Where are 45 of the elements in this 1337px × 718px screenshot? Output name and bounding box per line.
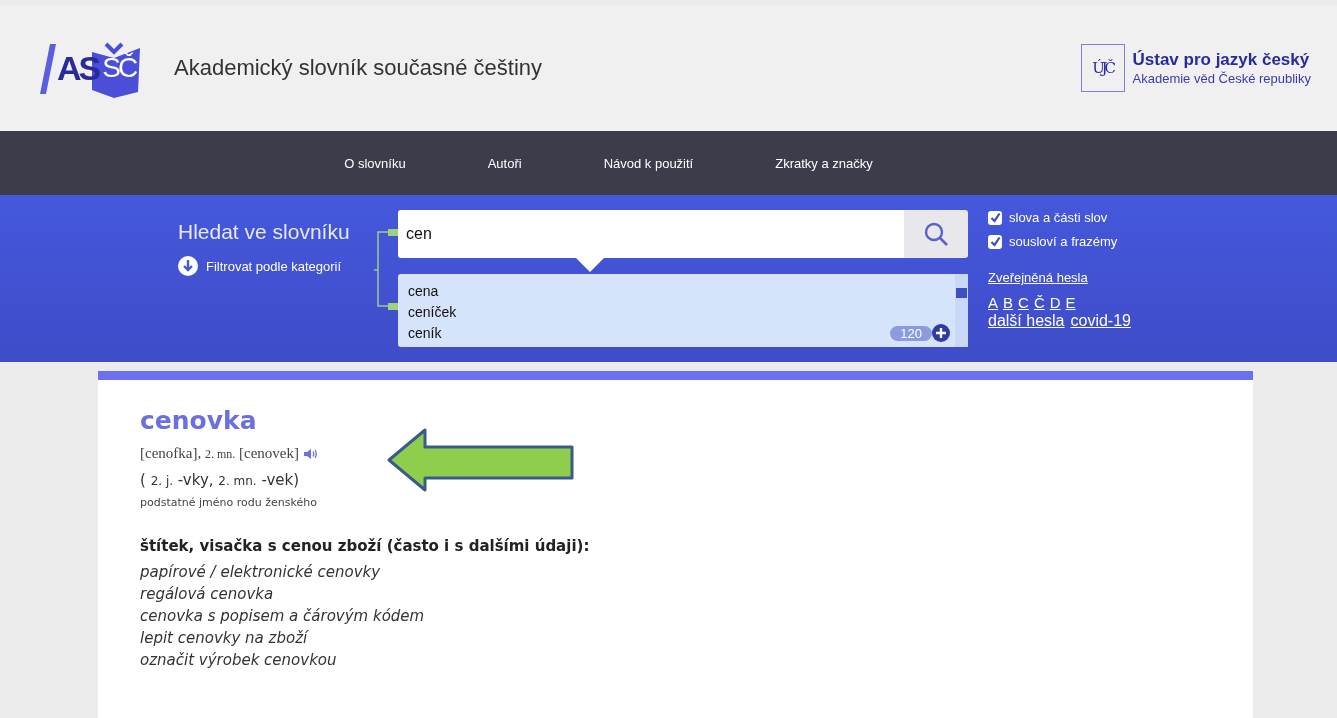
suggestion-item[interactable]: cena xyxy=(408,281,439,302)
result-count: 120 xyxy=(890,326,932,341)
letter-link[interactable]: E xyxy=(1065,294,1076,311)
letter-link[interactable]: Č xyxy=(1033,294,1045,311)
letter-link[interactable]: D xyxy=(1049,294,1061,311)
pronunciation-text: [cenofka], 2. mn. [cenovek] xyxy=(140,445,300,462)
suggestion-item[interactable]: ceníček xyxy=(408,302,457,323)
link[interactable]: další hesla xyxy=(988,312,1065,330)
nav-link[interactable]: Návod k použití xyxy=(603,155,694,171)
published-link[interactable]: Zveřejněná hesla xyxy=(988,270,1088,285)
institute-subtitle: Akademie věd České republiky xyxy=(1132,71,1311,86)
institute-name: Ústav pro jazyk český xyxy=(1132,50,1311,70)
checkbox-label[interactable]: sousloví a frazémy xyxy=(1009,234,1118,249)
search-button[interactable] xyxy=(904,210,968,258)
nav-link[interactable]: O slovníku xyxy=(344,155,406,171)
nav-link[interactable]: Autoři xyxy=(487,155,522,171)
institute-logo[interactable]: ÚJČ xyxy=(1080,44,1125,92)
suggestion-item[interactable]: ceník xyxy=(408,323,442,344)
checkbox-label[interactable]: slova a části slov xyxy=(1009,210,1108,225)
example-phrase: označit výrobek cenovkou xyxy=(140,650,337,671)
letter-link[interactable]: C xyxy=(1018,294,1029,311)
checkbox[interactable] xyxy=(988,234,1002,249)
speaker-icon[interactable] xyxy=(304,447,319,460)
example-phrase: cenovka s popisem a čárovým kódem xyxy=(140,606,425,627)
scrollbar[interactable] xyxy=(955,274,968,347)
search-title: Hledat ve slovníku xyxy=(178,220,351,244)
search-icon xyxy=(923,221,949,247)
example-phrase: papírové / elektronické cenovky xyxy=(140,562,381,583)
part-of-speech: podstatné jméno rodu ženského xyxy=(140,496,317,509)
headword: cenovka xyxy=(140,406,258,435)
example-phrase: regálová cenovka xyxy=(140,584,274,605)
inflection-text: ( 2. j. -vky, 2. mn. -vek) xyxy=(140,471,300,489)
example-phrase: lepit cenovky na zboží xyxy=(140,628,308,649)
filter-toggle[interactable]: Filtrovat podle kategorií xyxy=(178,256,342,276)
letter-link[interactable]: B xyxy=(1003,294,1014,311)
definition: štítek, visačka s cenou zboží (často i s dalšími údaji): xyxy=(140,537,590,555)
letter-link[interactable]: A xyxy=(988,294,998,311)
plus-icon[interactable] xyxy=(932,324,950,342)
link[interactable]: covid-19 xyxy=(1070,312,1131,330)
checkbox[interactable] xyxy=(988,210,1002,225)
download-circle-icon xyxy=(178,256,198,276)
arrow-icon xyxy=(387,428,577,492)
nav-link[interactable]: Zkratky a značky xyxy=(775,155,873,171)
search-field[interactable]: cen xyxy=(398,210,904,258)
site-title: Akademický slovník současné češtiny xyxy=(174,55,543,81)
